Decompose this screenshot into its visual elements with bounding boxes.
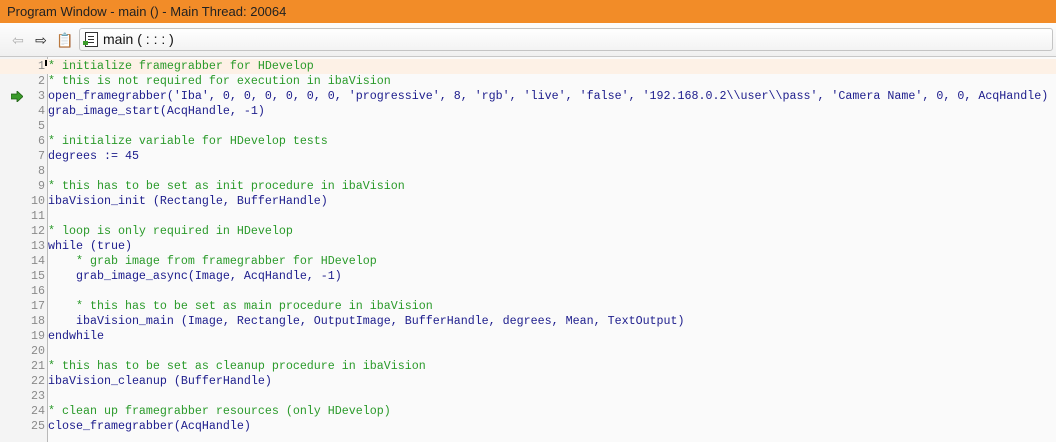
line-number: 10 — [31, 194, 45, 208]
line-number: 7 — [38, 149, 45, 163]
code-line[interactable]: 19 endwhile — [0, 329, 1056, 344]
code-line[interactable]: 14 * grab image from framegrabber for HD… — [0, 254, 1056, 269]
line-number: 13 — [31, 239, 45, 253]
insert-cursor — [45, 60, 47, 66]
code-line[interactable]: 16 — [0, 284, 1056, 299]
line-number: 11 — [31, 209, 45, 223]
line-number: 21 — [31, 359, 45, 373]
code-line[interactable]: 22 ibaVision_cleanup (BufferHandle) — [0, 374, 1056, 389]
code-statement: open_framegrabber('Iba', 0, 0, 0, 0, 0, … — [48, 89, 1049, 103]
code-statement: grab_image_async(Image, AcqHandle, -1) — [48, 269, 342, 283]
code-line[interactable]: 7 degrees := 45 — [0, 149, 1056, 164]
code-statement: grab_image_start(AcqHandle, -1) — [48, 104, 265, 118]
line-number: 20 — [31, 344, 45, 358]
line-number: 12 — [31, 224, 45, 238]
line-number: 14 — [31, 254, 45, 268]
line-number: 19 — [31, 329, 45, 343]
code-line[interactable]: 25 close_framegrabber(AcqHandle) — [0, 419, 1056, 434]
code-statement: endwhile — [48, 329, 104, 343]
line-number: 24 — [31, 404, 45, 418]
code-comment: * grab image from framegrabber for HDeve… — [48, 254, 377, 268]
line-number: 15 — [31, 269, 45, 283]
code-statement: ibaVision_init (Rectangle, BufferHandle) — [48, 194, 328, 208]
code-line[interactable]: 15 grab_image_async(Image, AcqHandle, -1… — [0, 269, 1056, 284]
code-comment: * this has to be set as cleanup procedur… — [48, 359, 426, 373]
code-comment: * initialize framegrabber for HDevelop — [48, 59, 314, 73]
code-line[interactable]: 23 — [0, 389, 1056, 404]
code-line[interactable]: 13 while (true) — [0, 239, 1056, 254]
window-title: Program Window - main () - Main Thread: … — [7, 4, 287, 19]
code-line[interactable]: 2 * this is not required for execution in… — [0, 74, 1056, 89]
code-comment: * loop is only required in HDevelop — [48, 224, 293, 238]
code-comment: * initialize variable for HDevelop tests — [48, 134, 328, 148]
line-number: 16 — [31, 284, 45, 298]
code-statement: ibaVision_cleanup (BufferHandle) — [48, 374, 272, 388]
forward-arrow-icon[interactable]: ⇨ — [32, 31, 50, 49]
line-number: 1 — [38, 59, 45, 73]
code-line[interactable]: 18 ibaVision_main (Image, Rectangle, Out… — [0, 314, 1056, 329]
toolbar: ⇦ ⇨ 📋 main ( : : : ) — [0, 23, 1056, 57]
line-number: 9 — [38, 179, 45, 193]
line-number: 18 — [31, 314, 45, 328]
line-number: 22 — [31, 374, 45, 388]
code-line[interactable]: 21 * this has to be set as cleanup proced… — [0, 359, 1056, 374]
code-comment: * clean up framegrabber resources (only … — [48, 404, 391, 418]
line-number: 6 — [38, 134, 45, 148]
code-comment: * this is not required for execution in … — [48, 74, 391, 88]
code-editor[interactable]: 1 * initialize framegrabber for HDevelop 2… — [0, 57, 1056, 442]
code-line[interactable]: 1 * initialize framegrabber for HDevelop — [0, 59, 1056, 74]
code-line[interactable]: 5 — [0, 119, 1056, 134]
code-line[interactable]: 4 grab_image_start(AcqHandle, -1) — [0, 104, 1056, 119]
code-line[interactable]: 10 ibaVision_init (Rectangle, BufferHandl… — [0, 194, 1056, 209]
code-statement: degrees := 45 — [48, 149, 139, 163]
code-line[interactable]: 11 — [0, 209, 1056, 224]
code-line[interactable]: 9 * this has to be set as init procedure … — [0, 179, 1056, 194]
line-number: 17 — [31, 299, 45, 313]
code-line[interactable]: 3 open_framegrabber('Iba', 0, 0, 0, 0, 0,… — [0, 89, 1056, 104]
code-statement: while (true) — [48, 239, 132, 253]
clipboard-icon[interactable]: 📋 — [56, 31, 74, 49]
code-comment: * this has to be set as init procedure i… — [48, 179, 405, 193]
line-number: 8 — [38, 164, 45, 178]
line-number: 4 — [38, 104, 45, 118]
code-line[interactable]: 24 * clean up framegrabber resources (onl… — [0, 404, 1056, 419]
line-number: 3 — [38, 89, 45, 103]
back-arrow-icon[interactable]: ⇦ — [9, 31, 27, 49]
line-number: 2 — [38, 74, 45, 88]
code-line[interactable]: 6 * initialize variable for HDevelop test… — [0, 134, 1056, 149]
code-line[interactable]: 20 — [0, 344, 1056, 359]
code-statement: close_framegrabber(AcqHandle) — [48, 419, 251, 433]
code-line[interactable]: 8 — [0, 164, 1056, 179]
code-comment: * this has to be set as main procedure i… — [48, 299, 433, 313]
procedure-selector[interactable]: main ( : : : ) — [79, 28, 1053, 51]
line-number: 25 — [31, 419, 45, 433]
code-statement: ibaVision_main (Image, Rectangle, Output… — [48, 314, 685, 328]
code-line[interactable]: 12 * loop is only required in HDevelop — [0, 224, 1056, 239]
code-line[interactable]: 17 * this has to be set as main procedur… — [0, 299, 1056, 314]
line-number: 5 — [38, 119, 45, 133]
procedure-name: main ( : : : ) — [103, 31, 174, 47]
line-number: 23 — [31, 389, 45, 403]
procedure-icon — [83, 32, 98, 47]
window-title-bar: Program Window - main () - Main Thread: … — [0, 0, 1056, 23]
